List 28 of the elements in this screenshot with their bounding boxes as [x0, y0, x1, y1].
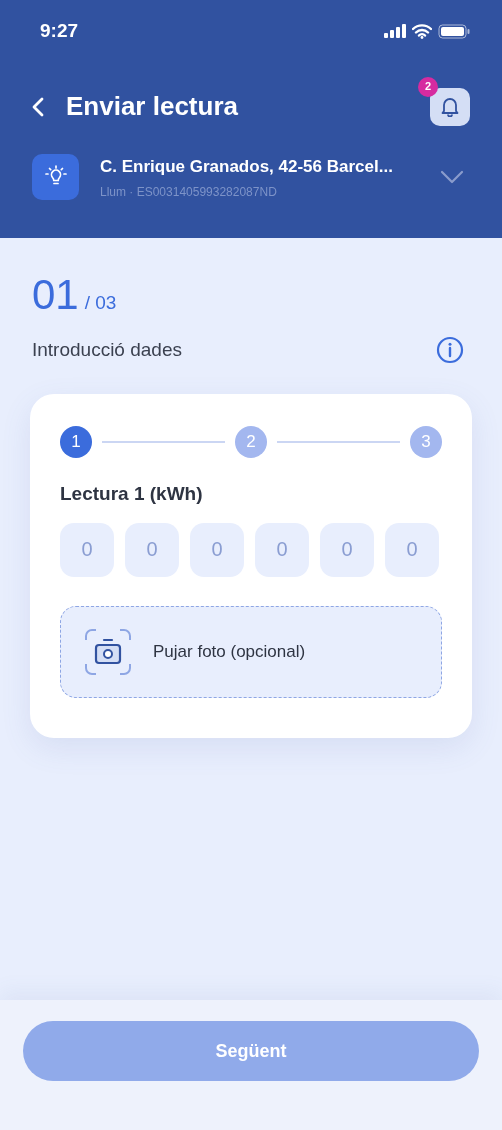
notification-badge: 2	[418, 76, 438, 97]
step-indicator: 1	[60, 426, 92, 458]
digit-field[interactable]: 0	[60, 522, 114, 577]
supply-address: C. Enrique Granados, 42-56 Barcel...	[100, 156, 394, 178]
lightbulb-icon	[32, 154, 79, 201]
camera-icon	[83, 626, 133, 677]
info-icon[interactable]	[436, 335, 464, 364]
digit-field[interactable]: 0	[255, 522, 309, 577]
digit-field[interactable]: 0	[385, 522, 439, 577]
digit-field[interactable]: 0	[190, 522, 244, 577]
step-indicator: 3	[410, 426, 442, 458]
supply-detail: Llum · ES0031405993282087ND	[100, 183, 278, 201]
section-title: Introducció dades	[32, 337, 182, 362]
page-title: Enviar lectura	[66, 90, 238, 123]
reading-label: Lectura 1 (kWh)	[60, 482, 204, 506]
digit-field[interactable]: 0	[320, 522, 374, 577]
step-number: 01	[32, 274, 79, 316]
step-total: / 03	[84, 291, 117, 315]
chevron-down-icon[interactable]	[440, 170, 464, 185]
status-time: 9:27	[40, 18, 79, 43]
battery-icon	[438, 23, 470, 39]
step-indicator: 2	[235, 426, 267, 458]
digit-field[interactable]: 0	[125, 522, 179, 577]
signal-icon	[384, 24, 406, 38]
notifications-button[interactable]	[430, 87, 470, 126]
bell-icon	[441, 96, 459, 117]
upload-photo-button[interactable]: Pujar foto (opcional)	[60, 605, 442, 698]
wifi-icon	[412, 23, 432, 39]
